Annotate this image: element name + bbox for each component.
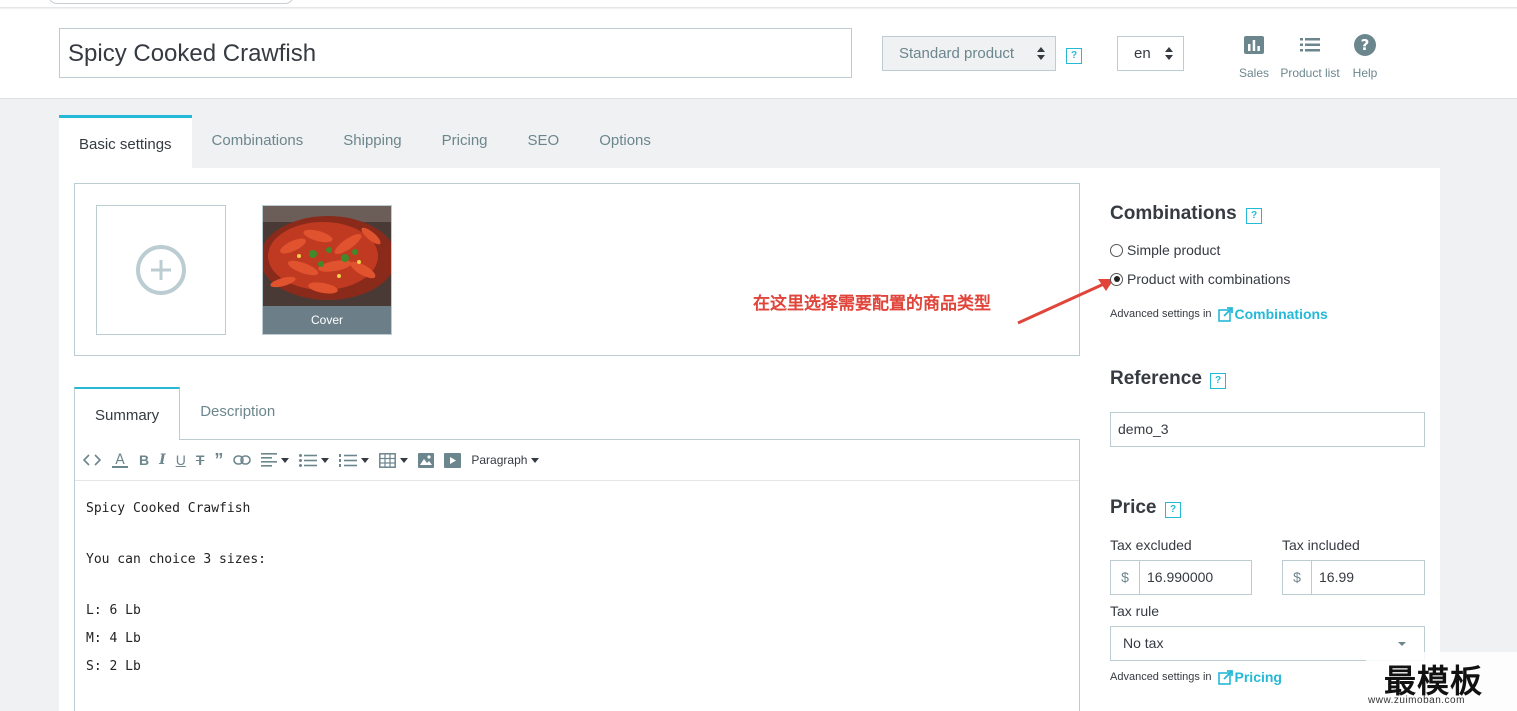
reference-input[interactable]: demo_3 bbox=[1110, 412, 1425, 447]
chevron-down-icon bbox=[1398, 642, 1406, 646]
price-help-icon[interactable]: ? bbox=[1165, 502, 1181, 518]
tab-description[interactable]: Description bbox=[180, 387, 295, 440]
table-icon[interactable] bbox=[379, 448, 409, 472]
pricing-advanced-settings: Advanced settings in Pricing bbox=[1110, 669, 1282, 685]
tax-rule-label: Tax rule bbox=[1110, 603, 1160, 619]
plus-circle-icon bbox=[136, 245, 186, 295]
language-value: en bbox=[1134, 45, 1151, 62]
paragraph-format-value: Paragraph bbox=[471, 453, 528, 467]
video-icon[interactable] bbox=[444, 448, 462, 472]
product-images-box: Cover bbox=[74, 183, 1080, 356]
content-line: S: 2 Lb bbox=[86, 659, 141, 674]
price-tax-included-value: 16.99 bbox=[1319, 569, 1355, 585]
combinations-title: Combinations bbox=[1110, 203, 1237, 224]
blockquote-icon[interactable]: ” bbox=[214, 448, 223, 472]
advanced-settings-text: Advanced settings in bbox=[1110, 308, 1212, 320]
content-line: You can choice 3 sizes: bbox=[86, 552, 267, 567]
radio-simple-product[interactable]: Simple product bbox=[1110, 242, 1220, 258]
tab-combinations[interactable]: Combinations bbox=[192, 115, 324, 168]
product-name-input[interactable]: Spicy Cooked Crawfish bbox=[59, 28, 852, 78]
link-icon[interactable] bbox=[233, 448, 252, 472]
annotation-arrow bbox=[1017, 279, 1114, 325]
cover-label: Cover bbox=[263, 306, 391, 334]
watermark-url: www.zuimoban.com bbox=[1368, 695, 1465, 706]
list-icon bbox=[1277, 33, 1343, 57]
tab-summary[interactable]: Summary bbox=[74, 387, 181, 440]
pricing-link-label: Pricing bbox=[1234, 669, 1282, 685]
product-list-label: Product list bbox=[1280, 66, 1340, 80]
content-line: Spicy Cooked Crawfish bbox=[86, 501, 251, 516]
price-title: Price bbox=[1110, 497, 1157, 518]
paragraph-format-select[interactable]: Paragraph bbox=[471, 448, 540, 472]
code-icon[interactable] bbox=[83, 448, 101, 472]
external-link-icon bbox=[1217, 669, 1233, 685]
product-list-button[interactable]: Product list bbox=[1277, 33, 1343, 80]
tab-seo[interactable]: SEO bbox=[508, 115, 580, 168]
editor-content[interactable]: Spicy Cooked Crawfish You can choice 3 s… bbox=[75, 481, 1079, 707]
radio-button[interactable] bbox=[1110, 272, 1123, 286]
bullet-list-icon[interactable] bbox=[299, 448, 330, 472]
bar-chart-icon bbox=[1237, 33, 1271, 57]
content-line: M: 4 Lb bbox=[86, 631, 141, 646]
add-image-button[interactable] bbox=[96, 205, 226, 335]
top-strip bbox=[0, 0, 1517, 8]
reference-title: Reference bbox=[1110, 368, 1202, 389]
advanced-settings-text: Advanced settings in bbox=[1110, 671, 1212, 683]
basic-settings-panel: Cover 在这里选择需要配置的商品类型 Summary Description… bbox=[59, 168, 1440, 711]
annotation-text: 在这里选择需要配置的商品类型 bbox=[753, 294, 991, 313]
search-bar[interactable] bbox=[48, 0, 294, 4]
tax-excluded-label: Tax excluded bbox=[1110, 537, 1192, 553]
italic-icon[interactable]: I bbox=[159, 448, 166, 472]
help-button[interactable]: ? Help bbox=[1349, 33, 1381, 80]
text-color-icon[interactable]: A bbox=[111, 448, 129, 472]
radio-button[interactable] bbox=[1110, 243, 1123, 257]
watermark: 最模板 www.zuimoban.com bbox=[1366, 652, 1517, 711]
align-icon[interactable] bbox=[261, 448, 290, 472]
crawfish-photo bbox=[263, 206, 391, 308]
language-select[interactable]: en bbox=[1117, 36, 1184, 71]
product-type-help-icon[interactable]: ? bbox=[1066, 48, 1082, 64]
tab-basic-settings[interactable]: Basic settings bbox=[59, 115, 192, 168]
tab-pricing[interactable]: Pricing bbox=[422, 115, 508, 168]
radio-label: Simple product bbox=[1127, 242, 1221, 258]
combinations-help-icon[interactable]: ? bbox=[1246, 208, 1262, 224]
product-header: Spicy Cooked Crawfish Standard product ?… bbox=[0, 9, 1517, 99]
numbered-list-icon[interactable] bbox=[339, 448, 370, 472]
combinations-advanced-settings: Advanced settings in Combinations bbox=[1110, 306, 1328, 322]
tax-included-label: Tax included bbox=[1282, 537, 1360, 553]
content-line: L: 6 Lb bbox=[86, 603, 141, 618]
underline-icon[interactable]: U bbox=[176, 448, 186, 472]
help-label: Help bbox=[1352, 66, 1378, 80]
strikethrough-icon[interactable]: T bbox=[196, 448, 205, 472]
tab-shipping[interactable]: Shipping bbox=[323, 115, 421, 168]
currency-symbol: $ bbox=[1111, 561, 1140, 594]
price-tax-excluded-input[interactable]: $ 16.990000 bbox=[1110, 560, 1252, 595]
product-type-select[interactable]: Standard product bbox=[882, 36, 1056, 71]
radio-product-with-combinations[interactable]: Product with combinations bbox=[1110, 271, 1290, 287]
sales-button[interactable]: Sales bbox=[1237, 33, 1271, 80]
tax-rule-value: No tax bbox=[1123, 635, 1164, 651]
svg-text:?: ? bbox=[1361, 36, 1370, 54]
summary-editor: A B I U T ” Paragraph Spicy Cooked Crawf… bbox=[74, 439, 1080, 711]
currency-symbol: $ bbox=[1283, 561, 1312, 594]
help-circle-icon: ? bbox=[1349, 33, 1381, 57]
editor-toolbar: A B I U T ” Paragraph bbox=[75, 440, 1079, 481]
pricing-link[interactable]: Pricing bbox=[1217, 669, 1282, 685]
sales-label: Sales bbox=[1238, 66, 1270, 80]
external-link-icon bbox=[1217, 306, 1233, 322]
main-tabs: Basic settings Combinations Shipping Pri… bbox=[59, 115, 671, 168]
combinations-link[interactable]: Combinations bbox=[1217, 306, 1328, 322]
bold-icon[interactable]: B bbox=[139, 448, 149, 472]
radio-label: Product with combinations bbox=[1127, 271, 1291, 287]
svg-text:A: A bbox=[115, 452, 125, 468]
combinations-link-label: Combinations bbox=[1234, 306, 1328, 322]
product-type-value: Standard product bbox=[899, 45, 1015, 62]
reference-help-icon[interactable]: ? bbox=[1210, 373, 1226, 389]
description-tabs: Summary Description bbox=[74, 387, 295, 440]
product-image-thumbnail[interactable]: Cover bbox=[262, 205, 392, 335]
price-tax-included-input[interactable]: $ 16.99 bbox=[1282, 560, 1425, 595]
price-tax-excluded-value: 16.990000 bbox=[1147, 569, 1214, 585]
tab-options[interactable]: Options bbox=[579, 115, 671, 168]
image-icon[interactable] bbox=[418, 448, 435, 472]
